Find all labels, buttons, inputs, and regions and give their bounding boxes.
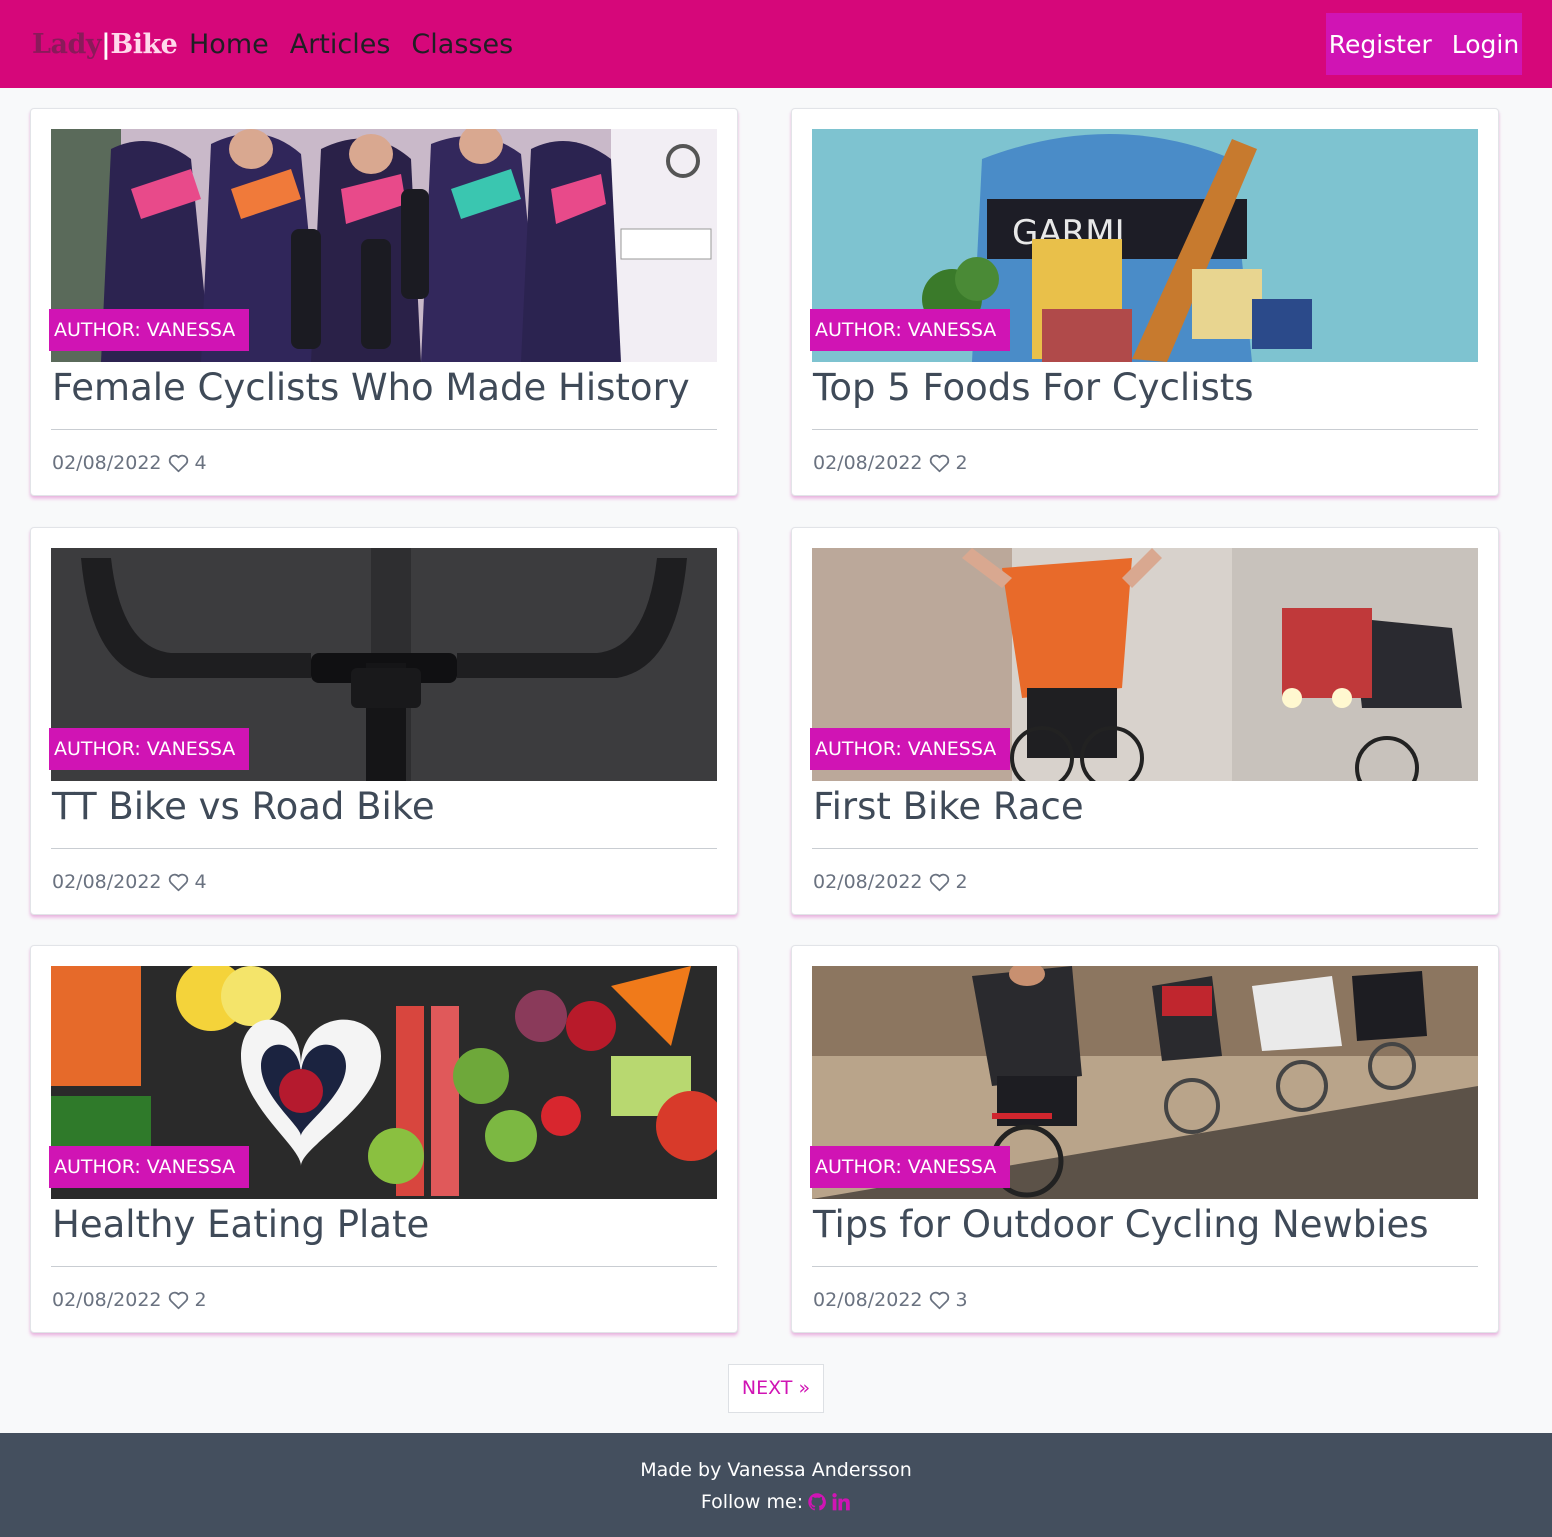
article-date: 02/08/2022 (52, 452, 162, 474)
footer-credit: Made by Vanessa Andersson (640, 1459, 912, 1481)
github-icon[interactable] (807, 1492, 827, 1512)
like-count: 2 (194, 1289, 207, 1311)
card-divider (51, 848, 717, 849)
like-count: 2 (955, 452, 968, 474)
article-meta: 02/08/2022 2 (52, 1287, 207, 1313)
card-divider (812, 429, 1478, 430)
author-badge: AUTHOR: VANESSA (49, 1146, 249, 1188)
article-date: 02/08/2022 (813, 452, 923, 474)
article-card[interactable]: AUTHOR: VANESSA Healthy Eating Plate 02/… (30, 945, 738, 1333)
article-date: 02/08/2022 (813, 1289, 923, 1311)
footer-social: Follow me: (0, 1489, 1552, 1515)
footer: Made by Vanessa Andersson Follow me: (0, 1433, 1552, 1537)
article-title[interactable]: Healthy Eating Plate (52, 1200, 722, 1250)
like-count: 4 (194, 871, 207, 893)
nav-link-articles[interactable]: Articles (290, 26, 391, 64)
card-divider (51, 1266, 717, 1267)
article-date: 02/08/2022 (813, 871, 923, 893)
nav-link-home[interactable]: Home (189, 26, 269, 64)
article-card[interactable]: AUTHOR: VANESSA First Bike Race 02/08/20… (791, 527, 1499, 915)
nav-link-classes[interactable]: Classes (411, 26, 513, 64)
article-meta: 02/08/2022 4 (52, 450, 207, 476)
article-card[interactable]: AUTHOR: VANESSA Female Cyclists Who Made… (30, 108, 738, 496)
heart-icon[interactable] (929, 1290, 950, 1310)
like-count: 3 (955, 1289, 968, 1311)
author-badge: AUTHOR: VANESSA (49, 309, 249, 351)
card-divider (51, 429, 717, 430)
article-card[interactable]: GARMI AUTHOR: VANESSA Top 5 Foods For Cy… (791, 108, 1499, 496)
article-date: 02/08/2022 (52, 871, 162, 893)
author-badge: AUTHOR: VANESSA (810, 728, 1010, 770)
article-title[interactable]: First Bike Race (813, 782, 1483, 832)
follow-label: Follow me: (700, 1491, 804, 1513)
article-card[interactable]: AUTHOR: VANESSA TT Bike vs Road Bike 02/… (30, 527, 738, 915)
heart-icon[interactable] (929, 872, 950, 892)
login-link[interactable]: Login (1452, 30, 1519, 59)
article-card[interactable]: AUTHOR: VANESSA Tips for Outdoor Cycling… (791, 945, 1499, 1333)
heart-icon[interactable] (929, 453, 950, 473)
heart-icon[interactable] (168, 872, 189, 892)
auth-links: Register Login (1326, 13, 1522, 75)
article-meta: 02/08/2022 4 (52, 869, 207, 895)
brand-logo[interactable]: Lady|Bike (32, 28, 178, 62)
heart-icon[interactable] (168, 1290, 189, 1310)
brand-separator: | (101, 29, 111, 60)
article-title[interactable]: Tips for Outdoor Cycling Newbies (813, 1200, 1483, 1250)
card-divider (812, 848, 1478, 849)
brand-part-lady: Lady (32, 29, 102, 60)
like-count: 2 (955, 871, 968, 893)
heart-icon[interactable] (168, 453, 189, 473)
author-badge: AUTHOR: VANESSA (49, 728, 249, 770)
brand-part-bike: Bike (110, 29, 178, 60)
article-meta: 02/08/2022 3 (813, 1287, 968, 1313)
nav-links: Home Articles Classes (189, 26, 513, 64)
like-count: 4 (194, 452, 207, 474)
navbar: Lady|Bike Home Articles Classes Register… (0, 0, 1552, 88)
author-badge: AUTHOR: VANESSA (810, 1146, 1010, 1188)
article-date: 02/08/2022 (52, 1289, 162, 1311)
article-title[interactable]: Female Cyclists Who Made History (52, 363, 722, 413)
article-meta: 02/08/2022 2 (813, 869, 968, 895)
next-page-button[interactable]: NEXT » (728, 1364, 824, 1413)
register-link[interactable]: Register (1329, 30, 1432, 59)
article-title[interactable]: TT Bike vs Road Bike (52, 782, 722, 832)
article-meta: 02/08/2022 2 (813, 450, 968, 476)
card-divider (812, 1266, 1478, 1267)
author-badge: AUTHOR: VANESSA (810, 309, 1010, 351)
linkedin-icon[interactable] (831, 1492, 851, 1512)
article-title[interactable]: Top 5 Foods For Cyclists (813, 363, 1483, 413)
